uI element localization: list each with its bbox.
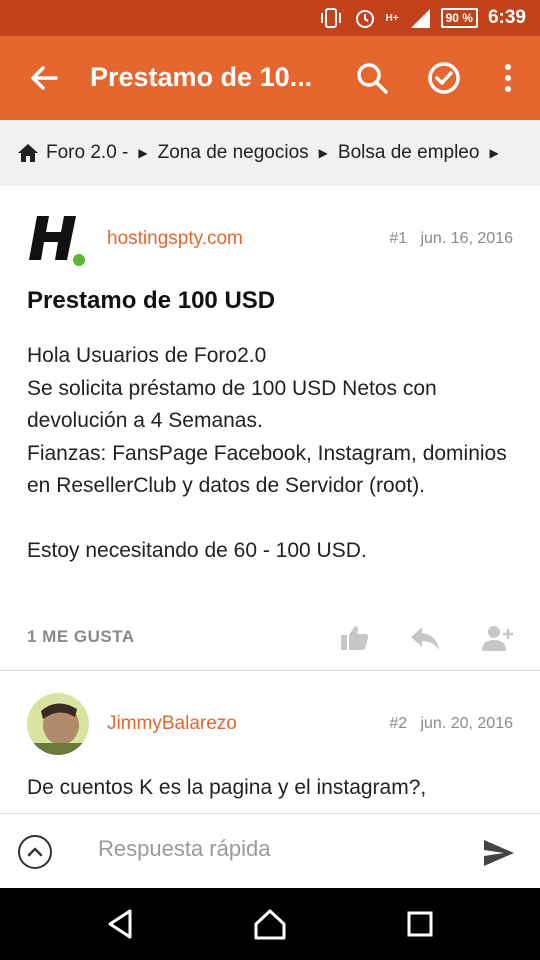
- quick-reply-input[interactable]: Respuesta rápida: [98, 836, 270, 862]
- search-icon[interactable]: [352, 58, 392, 98]
- breadcrumb-item-jobs[interactable]: Bolsa de empleo: [338, 142, 480, 164]
- breadcrumb-item-forum[interactable]: Foro 2.0 -: [46, 142, 128, 164]
- reply-icon[interactable]: [408, 623, 442, 653]
- nav-back-icon[interactable]: [102, 906, 138, 942]
- avatar[interactable]: [27, 208, 89, 270]
- breadcrumb-item-business[interactable]: Zona de negocios: [158, 142, 309, 164]
- body-line: [27, 503, 517, 536]
- quick-reply-bar: Respuesta rápida: [0, 813, 540, 889]
- post-meta: #2 jun. 20, 2016: [389, 715, 513, 733]
- expand-up-icon[interactable]: [18, 835, 52, 869]
- check-circle-icon[interactable]: [424, 58, 464, 98]
- vibrate-icon: [320, 8, 341, 28]
- post-author[interactable]: hostingspty.com: [107, 228, 243, 250]
- signal-icon: [410, 9, 430, 28]
- more-vert-icon[interactable]: [488, 58, 528, 98]
- toolbar: Prestamo de 10...: [0, 36, 540, 120]
- chevron-right-icon: ▶: [489, 146, 499, 160]
- add-person-icon[interactable]: [480, 623, 514, 653]
- battery-indicator: 90 %: [440, 8, 478, 28]
- back-arrow-icon[interactable]: [24, 58, 64, 98]
- post-body: De cuentos K es la pagina y el instagram…: [27, 772, 517, 805]
- post-number[interactable]: #2: [389, 715, 407, 732]
- nav-recents-icon[interactable]: [402, 906, 438, 942]
- post-1: hostingspty.com #1 jun. 16, 2016 Prestam…: [0, 186, 540, 670]
- post-meta: #1 jun. 16, 2016: [389, 230, 513, 248]
- home-icon[interactable]: [16, 142, 40, 164]
- body-line: Se solicita préstamo de 100 USD Netos co…: [27, 376, 437, 433]
- post-2: JimmyBalarezo #2 jun. 20, 2016 De cuento…: [0, 671, 540, 813]
- avatar[interactable]: [27, 693, 89, 755]
- body-line: De cuentos K es la pagina y el instagram…: [27, 776, 427, 799]
- post-title: Prestamo de 100 USD: [27, 287, 276, 314]
- alarm-icon: [355, 10, 374, 28]
- chevron-right-icon: ▶: [318, 146, 328, 160]
- post-date: jun. 20, 2016: [420, 715, 513, 732]
- post-date: jun. 16, 2016: [420, 230, 513, 247]
- nav-home-icon[interactable]: [252, 906, 288, 942]
- post-number[interactable]: #1: [389, 230, 407, 247]
- network-type: H+: [385, 12, 399, 24]
- status-bar: H+ 90 % 6:39: [0, 0, 540, 36]
- navigation-bar: [0, 888, 540, 960]
- thumb-up-icon[interactable]: [338, 623, 372, 653]
- body-line: Fianzas: FansPage Facebook, Instagram, d…: [27, 441, 507, 498]
- post-author[interactable]: JimmyBalarezo: [107, 713, 237, 735]
- chevron-right-icon: ▶: [138, 146, 148, 160]
- body-line: Hola Usuarios de Foro2.0: [27, 344, 267, 367]
- page-title: Prestamo de 10...: [90, 62, 313, 92]
- breadcrumb: Foro 2.0 - ▶ Zona de negocios ▶ Bolsa de…: [0, 120, 540, 186]
- send-icon[interactable]: [482, 838, 516, 868]
- post-body: Hola Usuarios de Foro2.0 Se solicita pré…: [27, 340, 517, 568]
- like-count[interactable]: 1 ME GUSTA: [27, 627, 135, 647]
- body-line: Estoy necesitando de 60 - 100 USD.: [27, 539, 367, 562]
- clock: 6:39: [487, 7, 526, 28]
